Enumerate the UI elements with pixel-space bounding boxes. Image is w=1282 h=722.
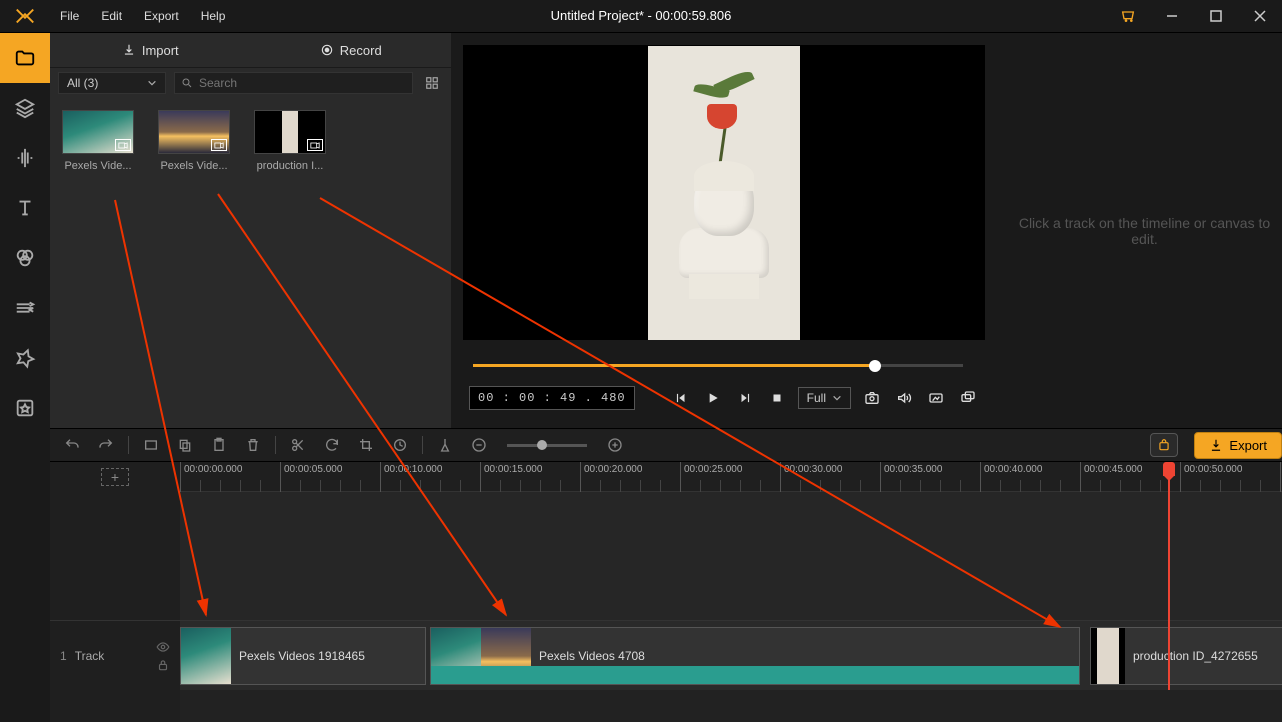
redo-button[interactable] bbox=[94, 433, 118, 457]
tool-text[interactable] bbox=[0, 183, 50, 233]
track-number: 1 bbox=[60, 649, 67, 663]
visibility-icon[interactable] bbox=[156, 640, 170, 654]
track-label: Track bbox=[75, 649, 148, 663]
window-maximize[interactable] bbox=[1194, 0, 1238, 33]
paste-button[interactable] bbox=[207, 433, 231, 457]
detach-button[interactable] bbox=[957, 387, 979, 409]
media-label: Pexels Vide... bbox=[62, 160, 134, 172]
timeline-clip[interactable]: production ID_4272655 bbox=[1090, 627, 1282, 685]
tool-transitions[interactable] bbox=[0, 283, 50, 333]
marker-button[interactable] bbox=[433, 433, 457, 457]
media-label: production I... bbox=[254, 160, 326, 172]
tool-audio[interactable] bbox=[0, 133, 50, 183]
tool-overlays[interactable] bbox=[0, 333, 50, 383]
track-header[interactable]: 1 Track bbox=[50, 620, 180, 690]
playhead[interactable] bbox=[1168, 462, 1170, 690]
video-badge-icon bbox=[211, 139, 227, 151]
window-minimize[interactable] bbox=[1150, 0, 1194, 33]
media-thumbnail bbox=[62, 110, 134, 154]
properties-panel-hint: Click a track on the timeline or canvas … bbox=[997, 33, 1282, 428]
tool-layers[interactable] bbox=[0, 83, 50, 133]
video-badge-icon bbox=[307, 139, 323, 151]
volume-button[interactable] bbox=[893, 387, 915, 409]
export-icon bbox=[1209, 438, 1223, 452]
media-label: Pexels Vide... bbox=[158, 160, 230, 172]
crop-button[interactable] bbox=[354, 433, 378, 457]
video-badge-icon bbox=[115, 139, 131, 151]
menu-file[interactable]: File bbox=[50, 1, 89, 31]
media-thumbnail bbox=[254, 110, 326, 154]
record-tab[interactable]: Record bbox=[251, 33, 452, 67]
timeline-clip[interactable]: Pexels Videos 1918465 bbox=[180, 627, 426, 685]
media-item[interactable]: Pexels Vide... bbox=[158, 110, 230, 172]
search-input[interactable] bbox=[199, 76, 406, 90]
split-button[interactable] bbox=[286, 433, 310, 457]
aspect-button[interactable] bbox=[925, 387, 947, 409]
scale-dropdown[interactable]: Full bbox=[798, 387, 851, 409]
cart-icon[interactable] bbox=[1106, 0, 1150, 33]
grid-view-toggle[interactable] bbox=[421, 72, 443, 94]
tool-media[interactable] bbox=[0, 33, 50, 83]
menu-edit[interactable]: Edit bbox=[91, 1, 132, 31]
cut-button[interactable] bbox=[139, 433, 163, 457]
menu-export[interactable]: Export bbox=[134, 1, 189, 31]
tool-filters[interactable] bbox=[0, 233, 50, 283]
timeline-clip[interactable]: Pexels Videos 4708 bbox=[430, 627, 1080, 685]
zoom-in-button[interactable] bbox=[603, 433, 627, 457]
media-thumbnail bbox=[158, 110, 230, 154]
copy-button[interactable] bbox=[173, 433, 197, 457]
stop-button[interactable] bbox=[766, 387, 788, 409]
speed-button[interactable] bbox=[388, 433, 412, 457]
export-button[interactable]: Export bbox=[1194, 432, 1282, 459]
chevron-down-icon bbox=[147, 78, 157, 88]
media-item[interactable]: Pexels Vide... bbox=[62, 110, 134, 172]
next-frame-button[interactable] bbox=[734, 387, 756, 409]
search-icon bbox=[181, 77, 193, 89]
undo-button[interactable] bbox=[60, 433, 84, 457]
search-box[interactable] bbox=[174, 72, 413, 94]
delete-button[interactable] bbox=[241, 433, 265, 457]
preview-canvas[interactable] bbox=[463, 45, 985, 340]
media-item[interactable]: production I... bbox=[254, 110, 326, 172]
import-tab[interactable]: Import bbox=[50, 33, 251, 67]
timeline-ruler[interactable]: 00:00:00.00000:00:05.00000:00:10.00000:0… bbox=[180, 462, 1282, 492]
media-filter-dropdown[interactable]: All (3) bbox=[58, 72, 166, 94]
add-track-button[interactable]: + bbox=[101, 468, 129, 486]
preview-scrubber[interactable] bbox=[463, 358, 985, 372]
play-button[interactable] bbox=[702, 387, 724, 409]
app-logo bbox=[0, 0, 50, 33]
prev-frame-button[interactable] bbox=[670, 387, 692, 409]
video-track[interactable]: Pexels Videos 1918465Pexels Videos 4708p… bbox=[180, 620, 1282, 690]
preview-timecode: 00 : 00 : 49 . 480 bbox=[469, 386, 635, 410]
tool-favorites[interactable] bbox=[0, 383, 50, 433]
record-label: Record bbox=[340, 43, 382, 58]
zoom-out-button[interactable] bbox=[467, 433, 491, 457]
import-label: Import bbox=[142, 43, 179, 58]
rotate-button[interactable] bbox=[320, 433, 344, 457]
snapshot-button[interactable] bbox=[861, 387, 883, 409]
resource-button[interactable] bbox=[1150, 433, 1178, 457]
window-close[interactable] bbox=[1238, 0, 1282, 33]
chevron-down-icon bbox=[832, 393, 842, 403]
zoom-slider[interactable] bbox=[507, 444, 587, 447]
window-title: Untitled Project* - 00:00:59.806 bbox=[551, 8, 732, 23]
menu-help[interactable]: Help bbox=[191, 1, 236, 31]
preview-frame bbox=[648, 46, 800, 340]
lock-icon[interactable] bbox=[156, 658, 170, 672]
